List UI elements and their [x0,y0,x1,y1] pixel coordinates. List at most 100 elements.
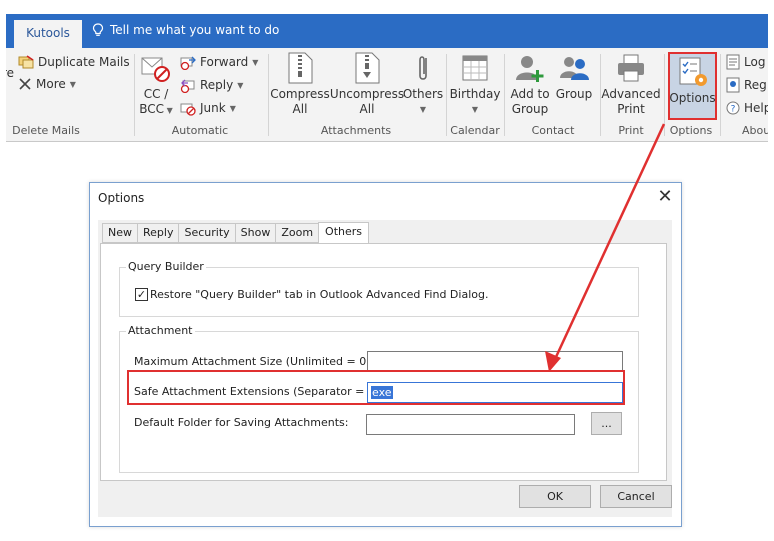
uncompress-all-label-2: All [359,102,375,116]
duplicate-mails-icon [18,55,34,69]
chevron-down-icon: ▼ [69,79,76,89]
chevron-down-icon: ▼ [471,105,479,114]
tell-me-text: Tell me what you want to do [110,23,280,37]
register-button[interactable]: Reg [726,77,767,93]
query-builder-group: Query Builder ✓ Restore "Query Builder" … [119,260,639,317]
add-to-group-label-2: Group [511,102,549,116]
group-separator [720,54,721,136]
tab-new[interactable]: New [102,223,137,243]
max-size-label: Maximum Attachment Size (Unlimited = 0KB… [134,355,389,368]
uncompress-all-label-1: Uncompress [329,87,405,101]
others-tab-page: Query Builder ✓ Restore "Query Builder" … [100,243,667,481]
partial-delete-label: re [6,66,15,80]
uncompress-all-button[interactable]: Uncompress All [329,52,405,117]
add-to-group-button[interactable]: Add to Group [508,52,552,117]
duplicate-mails-label: Duplicate Mails [38,55,130,69]
compress-all-label-2: All [292,102,308,116]
register-icon [726,77,740,93]
group-button[interactable]: Group [554,52,594,102]
group-label-about: Abou [742,124,768,137]
group-label-attachments: Attachments [320,124,392,137]
more-button[interactable]: More ▼ [18,77,76,91]
junk-button[interactable]: Junk ▼ [180,100,236,116]
dialog-title: Options [98,191,145,205]
dialog-body: New Reply Security Show Zoom Others Quer… [98,220,672,517]
group-label-options: Options [669,124,713,137]
default-folder-input[interactable] [366,414,575,435]
tell-me-search[interactable]: Tell me what you want to do [92,23,279,37]
group-label: Group [555,87,593,101]
query-builder-title: Query Builder [126,260,206,273]
duplicate-mails-button[interactable]: Duplicate Mails [18,54,130,70]
lightbulb-icon [92,23,104,36]
tab-kutools[interactable]: Kutools [14,20,82,48]
others-attachments-button[interactable]: Others ▼ [402,52,444,117]
restore-query-builder-label: Restore "Query Builder" tab in Outlook A… [150,288,489,301]
group-label-print: Print [618,124,644,137]
reply-label: Reply [200,78,234,92]
add-to-group-label-1: Add to [510,87,550,101]
options-label: Options [669,91,716,105]
forward-button[interactable]: Forward ▼ [180,54,258,70]
tab-show[interactable]: Show [234,223,276,243]
tab-reply[interactable]: Reply [137,223,179,243]
paperclip-icon [419,56,427,80]
zip-file-icon [288,52,313,84]
group-separator [504,54,505,136]
cc-bcc-button[interactable]: CC / BCC ▼ [138,52,174,118]
browse-folder-button[interactable]: ... [591,412,622,435]
forward-label: Forward [200,55,249,69]
options-button-content: Options [668,56,717,106]
birthday-button[interactable]: Birthday ▼ [450,52,500,117]
compress-all-button[interactable]: Compress All [270,52,330,117]
birthday-label: Birthday [449,87,501,101]
attachment-title: Attachment [126,324,195,337]
tab-security[interactable]: Security [178,223,235,243]
more-label: More [36,77,66,91]
forward-icon [180,56,196,70]
log-icon [726,54,740,70]
ok-button[interactable]: OK [519,485,591,508]
close-icon[interactable]: ✕ [655,187,675,207]
dialog-tabs: New Reply Security Show Zoom Others [102,222,370,244]
chevron-down-icon: ▼ [229,103,236,113]
log-button[interactable]: Log [726,54,765,70]
partial-delete-button[interactable]: re [6,66,14,80]
others-attachments-label: Others [402,87,444,101]
chevron-down-icon: ▼ [237,80,244,90]
junk-label: Junk [200,101,226,115]
safe-extensions-highlight [127,370,625,405]
group-label-calendar: Calendar [450,124,500,137]
tab-zoom[interactable]: Zoom [275,223,319,243]
restore-query-builder-checkbox[interactable]: ✓ [135,288,148,301]
register-label: Reg [744,78,767,92]
group-label-contact: Contact [531,124,575,137]
cc-bcc-label-2: BCC ▼ [139,102,173,116]
default-folder-label: Default Folder for Saving Attachments: [134,416,349,429]
printer-icon [618,54,644,82]
options-dialog: Options ✕ New Reply Security Show Zoom O… [89,182,682,527]
x-delete-icon [19,78,31,90]
cc-bcc-label-1: CC / [143,87,169,101]
unzip-file-icon [355,52,380,84]
advanced-print-label-2: Print [617,102,645,116]
ribbon: re Duplicate Mails More ▼ Delete Mails [6,48,768,142]
cancel-button[interactable]: Cancel [600,485,672,508]
compress-all-label-1: Compress [270,87,330,101]
advanced-print-label-1: Advanced [601,87,661,101]
max-size-input[interactable] [367,351,623,372]
advanced-print-button[interactable]: Advanced Print [601,52,661,117]
chevron-down-icon: ▼ [419,105,427,114]
reply-button[interactable]: Reply ▼ [180,77,243,93]
tab-others[interactable]: Others [318,222,370,244]
options-button[interactable]: Options [668,52,717,120]
calendar-icon [462,55,488,81]
group-label-delete-mails: Delete Mails [12,124,80,137]
group-separator [268,54,269,136]
group-separator [664,54,665,136]
chevron-down-icon: ▼ [252,57,259,67]
options-gear-icon [679,57,707,86]
help-button[interactable]: ? Help [726,100,768,116]
log-label: Log [744,55,766,69]
reply-icon [180,79,195,93]
